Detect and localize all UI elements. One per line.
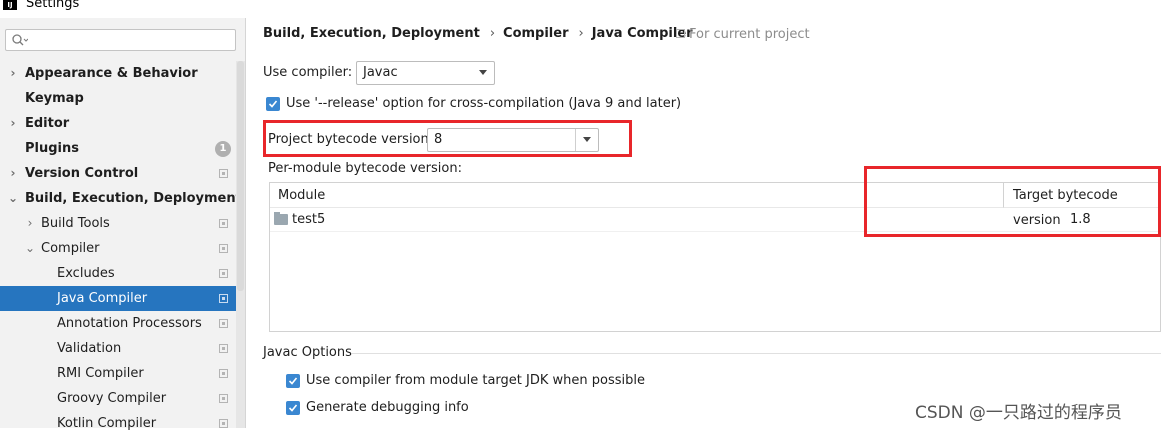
- sidebar-item-label: Groovy Compiler: [57, 391, 167, 406]
- settings-sidebar: › Appearance & Behavior Keymap › Editor …: [0, 18, 246, 431]
- sidebar-item-label: Keymap: [25, 91, 84, 106]
- highlight-box-target-bytecode: [864, 166, 1161, 237]
- chevron-down-icon[interactable]: [472, 62, 494, 84]
- sidebar-item-build-execution-deployment[interactable]: ⌄ Build, Execution, Deployment: [0, 186, 242, 211]
- breadcrumb-item[interactable]: Compiler: [503, 26, 568, 41]
- checkmark-icon: [268, 100, 278, 108]
- project-scope-icon: [219, 419, 228, 428]
- section-divider: [352, 353, 1161, 354]
- sidebar-item-label: Editor: [25, 116, 70, 131]
- project-scope-icon: [219, 344, 228, 353]
- checkmark-icon: [288, 377, 298, 385]
- sidebar-item-label: Excludes: [57, 266, 115, 281]
- project-scope-icon: [219, 244, 228, 253]
- use-compiler-dropdown[interactable]: Javac: [356, 61, 495, 85]
- sidebar-item-label: Kotlin Compiler: [57, 416, 157, 431]
- breadcrumb-separator-icon: ›: [578, 26, 584, 41]
- sidebar-item-validation[interactable]: Validation: [0, 336, 236, 361]
- sidebar-item-label: Annotation Processors: [57, 316, 202, 331]
- breadcrumb-separator-icon: ›: [489, 26, 496, 41]
- sidebar-item-editor[interactable]: › Editor: [0, 111, 236, 136]
- use-compiler-label: Use compiler:: [263, 65, 353, 80]
- window-title: Settings: [26, 0, 80, 11]
- search-icon: [12, 34, 28, 46]
- chevron-right-icon[interactable]: ›: [25, 211, 35, 236]
- project-scope-icon: [219, 394, 228, 403]
- search-input[interactable]: [32, 31, 236, 51]
- debug-info-label[interactable]: Generate debugging info: [306, 400, 469, 415]
- sidebar-item-label: Version Control: [25, 166, 139, 181]
- chevron-down-icon[interactable]: ⌄: [8, 186, 18, 211]
- highlight-box-project-bytecode: [263, 120, 632, 157]
- project-scope-icon: [219, 269, 228, 278]
- sidebar-item-label: Build Tools: [41, 216, 110, 231]
- debug-info-checkbox[interactable]: [286, 401, 300, 415]
- plugins-update-badge: 1: [215, 141, 231, 157]
- sidebar-item-build-tools[interactable]: › Build Tools: [0, 211, 236, 236]
- window-title-bar: IJ Settings: [0, 0, 1161, 14]
- javac-options-title: Javac Options: [263, 345, 352, 360]
- release-option-checkbox[interactable]: [266, 97, 280, 111]
- sidebar-scrollbar[interactable]: [236, 61, 245, 428]
- chevron-right-icon[interactable]: ›: [8, 61, 18, 86]
- sidebar-item-compiler[interactable]: ⌄ Compiler: [0, 236, 236, 261]
- sidebar-item-kotlin-compiler[interactable]: Kotlin Compiler: [0, 411, 236, 436]
- chevron-down-icon[interactable]: ⌄: [25, 236, 35, 261]
- sidebar-item-label: Compiler: [41, 241, 100, 256]
- chevron-right-icon[interactable]: ›: [8, 161, 18, 186]
- sidebar-item-java-compiler[interactable]: Java Compiler: [0, 286, 236, 311]
- use-compiler-value: Javac: [363, 65, 398, 80]
- sidebar-item-label: Java Compiler: [57, 291, 148, 306]
- module-jdk-checkbox[interactable]: [286, 374, 300, 388]
- project-scope-icon: [219, 319, 228, 328]
- breadcrumb-item[interactable]: Build, Execution, Deployment: [263, 26, 480, 41]
- sidebar-item-appearance-behavior[interactable]: › Appearance & Behavior: [0, 61, 236, 86]
- csdn-watermark: CSDN @一只路过的程序员: [915, 403, 1122, 423]
- project-scope-icon: [219, 219, 228, 228]
- module-name: test5: [292, 212, 326, 227]
- scope-label: For current project: [689, 27, 810, 42]
- sidebar-item-keymap[interactable]: Keymap: [0, 86, 236, 111]
- sidebar-item-label: RMI Compiler: [57, 366, 144, 381]
- sidebar-item-groovy-compiler[interactable]: Groovy Compiler: [0, 386, 236, 411]
- breadcrumb: Build, Execution, Deployment › Compiler › Ja…: [263, 26, 697, 44]
- scope-indicator: For current project: [676, 27, 810, 42]
- sidebar-item-label: Validation: [57, 341, 122, 356]
- sidebar-item-version-control[interactable]: › Version Control: [0, 161, 236, 186]
- per-module-label: Per-module bytecode version:: [268, 161, 462, 176]
- project-scope-icon: [219, 369, 228, 378]
- sidebar-item-label: Plugins: [25, 141, 79, 156]
- intellij-logo-icon: IJ: [3, 0, 17, 10]
- sidebar-item-plugins[interactable]: Plugins 1: [0, 136, 236, 161]
- project-scope-icon: [219, 169, 228, 178]
- sidebar-item-rmi-compiler[interactable]: RMI Compiler: [0, 361, 236, 386]
- release-option-label[interactable]: Use '--release' option for cross-compila…: [286, 96, 681, 111]
- sidebar-item-label: Appearance & Behavior: [25, 66, 198, 81]
- module-jdk-label[interactable]: Use compiler from module target JDK when…: [306, 373, 645, 388]
- sidebar-item-annotation-processors[interactable]: Annotation Processors: [0, 311, 236, 336]
- project-scope-icon: [676, 29, 685, 38]
- sidebar-item-excludes[interactable]: Excludes: [0, 261, 236, 286]
- sidebar-scrollbar-thumb[interactable]: [237, 61, 244, 291]
- settings-search-box[interactable]: [5, 29, 236, 51]
- checkmark-icon: [288, 404, 298, 412]
- chevron-right-icon[interactable]: ›: [8, 111, 18, 136]
- module-folder-icon: [274, 212, 288, 225]
- sidebar-item-label: Build, Execution, Deployment: [25, 191, 242, 206]
- project-scope-icon: [219, 294, 228, 303]
